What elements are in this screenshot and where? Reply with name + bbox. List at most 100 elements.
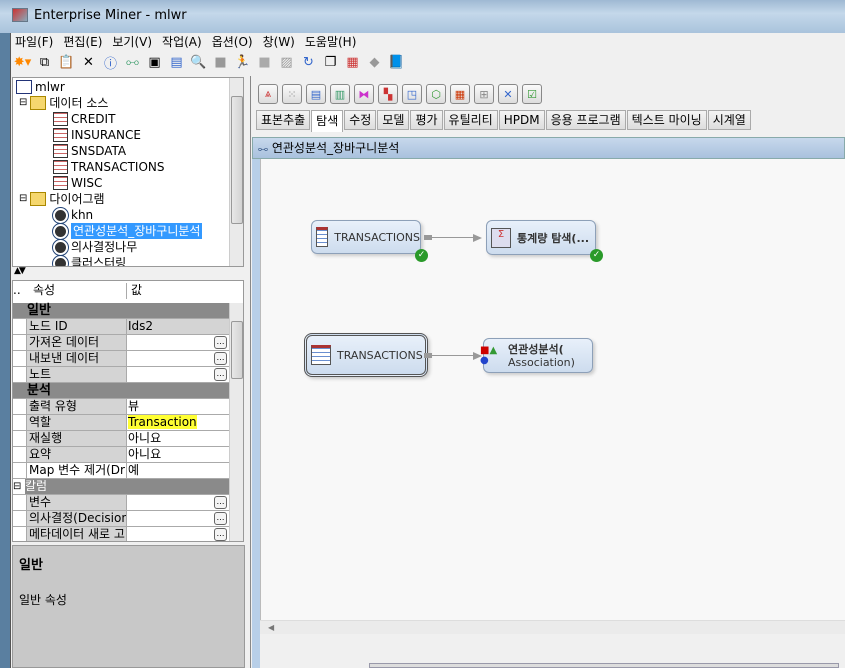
refresh-icon[interactable]: ↻ — [300, 54, 317, 71]
graph-explore-icon[interactable]: ▤ — [306, 84, 326, 104]
diagram-canvas[interactable]: TRANSACTIONS ✓ Σ 통계량 탐색(... ✓ TRANSACTION… — [260, 159, 845, 621]
ellipsis-button[interactable]: … — [214, 512, 227, 525]
export-icon[interactable]: ◆ — [366, 54, 383, 71]
dmdb-icon[interactable]: ✕ — [498, 84, 518, 104]
tree-item-credit[interactable]: CREDIT — [53, 111, 115, 127]
tab-time-series[interactable]: 시계열 — [707, 110, 751, 130]
menu-options[interactable]: 옵션(O) — [212, 33, 253, 51]
tab-applications[interactable]: 응용 프로그램 — [545, 110, 626, 130]
property-value-role[interactable]: Transaction — [128, 415, 197, 429]
properties-icon[interactable]: ⓘ — [102, 54, 119, 72]
tab-modify[interactable]: 수정 — [344, 110, 377, 130]
help-icon[interactable]: 📘 — [388, 54, 405, 71]
new-icon[interactable]: ✸▾ — [14, 54, 31, 71]
tree-root[interactable]: mlwr — [16, 79, 65, 95]
tab-utility[interactable]: 유틸리티 — [443, 110, 498, 130]
header-property[interactable]: 속성 — [27, 283, 127, 299]
explore-icon[interactable]: 🔍 — [190, 54, 207, 71]
tree-item-khn[interactable]: khn — [53, 207, 93, 223]
property-value[interactable]: 아니요 — [127, 447, 229, 463]
ellipsis-button[interactable]: … — [214, 336, 227, 349]
log-icon[interactable]: ▣ — [146, 54, 163, 71]
tree-scrollbar[interactable] — [229, 78, 243, 266]
tab-model[interactable]: 모델 — [377, 110, 410, 130]
tab-explore[interactable]: 탐색 — [311, 110, 344, 132]
property-value[interactable]: 뷰 — [127, 399, 229, 415]
path-analysis-icon[interactable]: ◳ — [402, 84, 422, 104]
ellipsis-button[interactable]: … — [214, 528, 227, 541]
delete-icon[interactable]: ✕ — [80, 54, 97, 71]
property-row[interactable]: Map 변수 제거(Dr 예 — [13, 463, 229, 479]
group-columns[interactable]: ⊟ 칼럼 — [13, 479, 229, 495]
menu-window[interactable]: 창(W) — [263, 33, 295, 51]
tab-assess[interactable]: 평가 — [410, 110, 443, 130]
menu-help[interactable]: 도움말(H) — [305, 33, 357, 51]
output-port[interactable] — [424, 235, 432, 240]
tree-data-sources[interactable]: ⊟ 데이터 소스 — [19, 95, 108, 111]
tree-item-snsdata[interactable]: SNSDATA — [53, 143, 126, 159]
canvas-horizontal-scrollbar[interactable]: ◀ — [260, 620, 845, 634]
stat-explore-icon[interactable]: ⁙ — [282, 84, 302, 104]
segment-profile-icon[interactable]: ▥ — [330, 84, 350, 104]
association-icon[interactable]: ⧓ — [354, 84, 374, 104]
property-row[interactable]: 역할 Transaction — [13, 415, 229, 431]
tab-sample[interactable]: 표본추출 — [256, 110, 311, 130]
property-value[interactable]: 아니요 — [127, 431, 229, 447]
property-row[interactable]: 내보낸 데이터… — [13, 351, 229, 367]
menu-actions[interactable]: 작업(A) — [162, 33, 202, 51]
menu-view[interactable]: 보기(V) — [112, 33, 152, 51]
tree-diagrams[interactable]: ⊟ 다이어그램 — [19, 191, 105, 207]
variable-clustering-icon[interactable]: ▚ — [378, 84, 398, 104]
tree-item-association-diagram[interactable]: 연관성분석_장바구니분석 — [53, 223, 203, 239]
cluster-icon[interactable]: ▦ — [450, 84, 470, 104]
node-transactions-1[interactable]: TRANSACTIONS — [311, 220, 421, 254]
property-scrollbar[interactable] — [229, 303, 243, 541]
node-transactions-2-selected[interactable]: TRANSACTIONS — [304, 333, 428, 377]
connection-line[interactable] — [432, 237, 477, 238]
paste-icon[interactable]: 📋 — [58, 54, 75, 71]
property-row[interactable]: 재실행 아니요 — [13, 431, 229, 447]
property-row[interactable]: 메타데이터 새로 고… — [13, 527, 229, 541]
property-row[interactable]: 변수… — [13, 495, 229, 511]
group-general[interactable]: 일반 — [13, 303, 229, 319]
tab-text-mining[interactable]: 텍스트 마이닝 — [626, 110, 707, 130]
diagram-icon[interactable]: ⧟ — [124, 54, 141, 71]
scroll-left-icon[interactable]: ◀ — [268, 623, 274, 632]
market-basket-icon[interactable]: ⊞ — [474, 84, 494, 104]
variable-selection-icon[interactable]: ☑ — [522, 84, 542, 104]
windows-icon[interactable]: ❐ — [322, 54, 339, 71]
property-value[interactable]: 예 — [127, 463, 229, 479]
property-row[interactable]: 출력 유형 뷰 — [13, 399, 229, 415]
tab-hpdm[interactable]: HPDM — [498, 110, 545, 130]
collapse-icon[interactable]: ⊟ — [19, 95, 27, 111]
folder-icon[interactable]: ■ — [212, 54, 229, 71]
connection-line[interactable] — [432, 355, 477, 356]
splitter-arrows-icon[interactable]: ▲▼ — [14, 266, 26, 276]
property-row[interactable]: 노트… — [13, 367, 229, 383]
ellipsis-button[interactable]: … — [214, 352, 227, 365]
collapse-icon[interactable]: ⊟ — [13, 479, 25, 494]
notes-icon[interactable]: ▤ — [168, 54, 185, 71]
multiplot-icon[interactable]: ⩓ — [258, 84, 278, 104]
header-value[interactable]: 값 — [127, 283, 229, 299]
ellipsis-button[interactable]: … — [214, 368, 227, 381]
tree-item-decision-tree[interactable]: 의사결정나무 — [53, 239, 137, 255]
ellipsis-button[interactable]: … — [214, 496, 227, 509]
tree-item-wisc[interactable]: WISC — [53, 175, 102, 191]
node-association[interactable]: ■▲ ● 연관성분석(Association) — [480, 338, 593, 373]
report-icon[interactable]: ▦ — [344, 54, 361, 71]
menu-edit[interactable]: 편집(E) — [63, 33, 102, 51]
group-analysis[interactable]: 분석 — [13, 383, 229, 399]
results-icon[interactable]: ▨ — [278, 54, 295, 71]
menu-file[interactable]: 파일(F) — [15, 33, 53, 51]
property-row[interactable]: 요약 아니요 — [13, 447, 229, 463]
stop-icon[interactable]: ■ — [256, 54, 273, 71]
collapse-icon[interactable]: ⊟ — [19, 191, 27, 207]
link-analysis-icon[interactable]: ⬡ — [426, 84, 446, 104]
copy-icon[interactable]: ⧉ — [36, 54, 53, 71]
tree-item-insurance[interactable]: INSURANCE — [53, 127, 141, 143]
tree-item-clustering[interactable]: 클러스터링 — [53, 255, 126, 266]
output-port[interactable] — [424, 353, 432, 358]
property-row[interactable]: 노드 ID Ids2 — [13, 319, 229, 335]
run-icon[interactable]: 🏃 — [234, 54, 251, 71]
